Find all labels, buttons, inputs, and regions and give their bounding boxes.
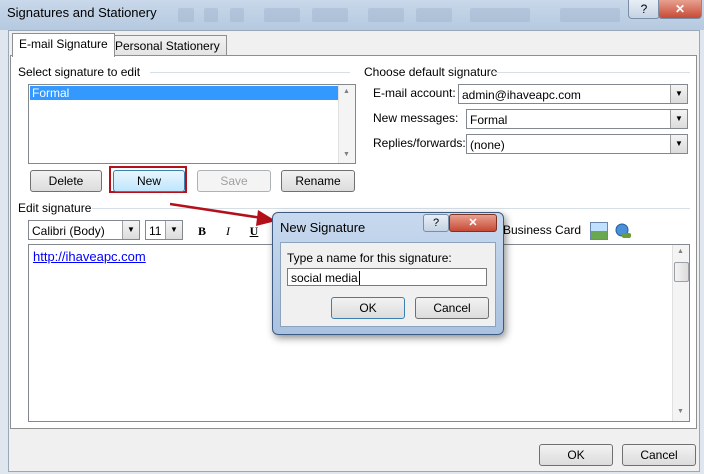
font-select[interactable]: Calibri (Body) ▼ — [28, 220, 140, 240]
new-messages-label: New messages: — [373, 111, 459, 125]
scroll-down-icon[interactable]: ▼ — [677, 408, 684, 415]
list-item[interactable]: Formal — [30, 86, 338, 100]
dialog-help-button[interactable]: ? — [423, 214, 449, 232]
signature-list[interactable]: Formal ▲ ▼ — [28, 84, 356, 164]
email-account-value: admin@ihaveapc.com — [462, 88, 581, 102]
chevron-down-icon[interactable]: ▼ — [122, 221, 139, 239]
tab-email-signature[interactable]: E-mail Signature — [12, 33, 115, 57]
ribbon-ghost — [264, 8, 300, 22]
select-signature-heading: Select signature to edit — [18, 65, 141, 79]
signature-link[interactable]: http://ihaveapc.com — [33, 249, 146, 264]
business-card-button[interactable]: Business Card — [503, 223, 581, 237]
ribbon-ghost — [416, 8, 452, 22]
default-signature-heading: Choose default signature — [364, 65, 498, 79]
tab-personal-stationery[interactable]: Personal Stationery — [108, 35, 227, 56]
ok-button[interactable]: OK — [539, 444, 613, 466]
edit-signature-heading: Edit signature — [18, 201, 92, 215]
delete-button[interactable]: Delete — [30, 170, 102, 192]
save-button[interactable]: Save — [197, 170, 271, 192]
font-value: Calibri (Body) — [32, 224, 105, 238]
qat-icon — [230, 8, 244, 22]
new-button[interactable]: New — [113, 170, 185, 192]
replies-forwards-value: (none) — [470, 138, 505, 152]
dialog-body: Type a name for this signature: social m… — [280, 242, 496, 327]
chevron-down-icon[interactable]: ▼ — [670, 85, 687, 103]
new-messages-value: Formal — [470, 113, 508, 127]
ribbon-ghost — [560, 8, 620, 22]
new-signature-dialog: New Signature ? ✕ Type a name for this s… — [272, 212, 504, 335]
rename-button[interactable]: Rename — [281, 170, 355, 192]
divider — [150, 72, 350, 73]
font-size-value: 11 — [149, 224, 162, 238]
signature-name-input[interactable]: social media​ — [287, 268, 487, 286]
cancel-button[interactable]: Cancel — [622, 444, 696, 466]
insert-picture-icon[interactable] — [590, 222, 608, 240]
signature-name-value: social media — [291, 271, 358, 285]
qat-icon — [178, 8, 194, 22]
dialog-close-button[interactable]: ✕ — [449, 214, 497, 232]
ribbon-ghost — [312, 8, 348, 22]
scroll-up-icon[interactable]: ▲ — [677, 248, 684, 255]
scroll-down-icon[interactable]: ▼ — [343, 151, 350, 158]
qat-icon — [204, 8, 218, 22]
new-messages-select[interactable]: Formal ▼ — [466, 109, 688, 129]
email-account-select[interactable]: admin@ihaveapc.com ▼ — [458, 84, 688, 104]
dialog-prompt: Type a name for this signature: — [287, 251, 452, 265]
ribbon-ghost — [470, 8, 530, 22]
list-scrollbar[interactable]: ▲ ▼ — [338, 85, 355, 163]
dialog-title: New Signature — [280, 220, 366, 235]
scroll-up-icon[interactable]: ▲ — [343, 88, 350, 95]
window-title: Signatures and Stationery — [7, 5, 157, 20]
dialog-cancel-button[interactable]: Cancel — [415, 297, 489, 319]
divider — [492, 72, 690, 73]
help-button[interactable]: ? — [628, 0, 660, 19]
annotation-arrow-icon — [170, 202, 276, 226]
replies-forwards-select[interactable]: (none) ▼ — [466, 134, 688, 154]
replies-forwards-label: Replies/forwards: — [373, 136, 466, 150]
scroll-thumb[interactable] — [674, 262, 689, 282]
close-button[interactable]: ✕ — [658, 0, 702, 19]
editor-scrollbar[interactable]: ▲ ▼ — [672, 245, 689, 421]
email-account-label: E-mail account: — [373, 86, 456, 100]
text-cursor: ​ — [358, 271, 360, 285]
dialog-ok-button[interactable]: OK — [331, 297, 405, 319]
ribbon-ghost — [368, 8, 404, 22]
chevron-down-icon[interactable]: ▼ — [670, 110, 687, 128]
chevron-down-icon[interactable]: ▼ — [670, 135, 687, 153]
hyperlink-icon[interactable] — [614, 222, 632, 240]
